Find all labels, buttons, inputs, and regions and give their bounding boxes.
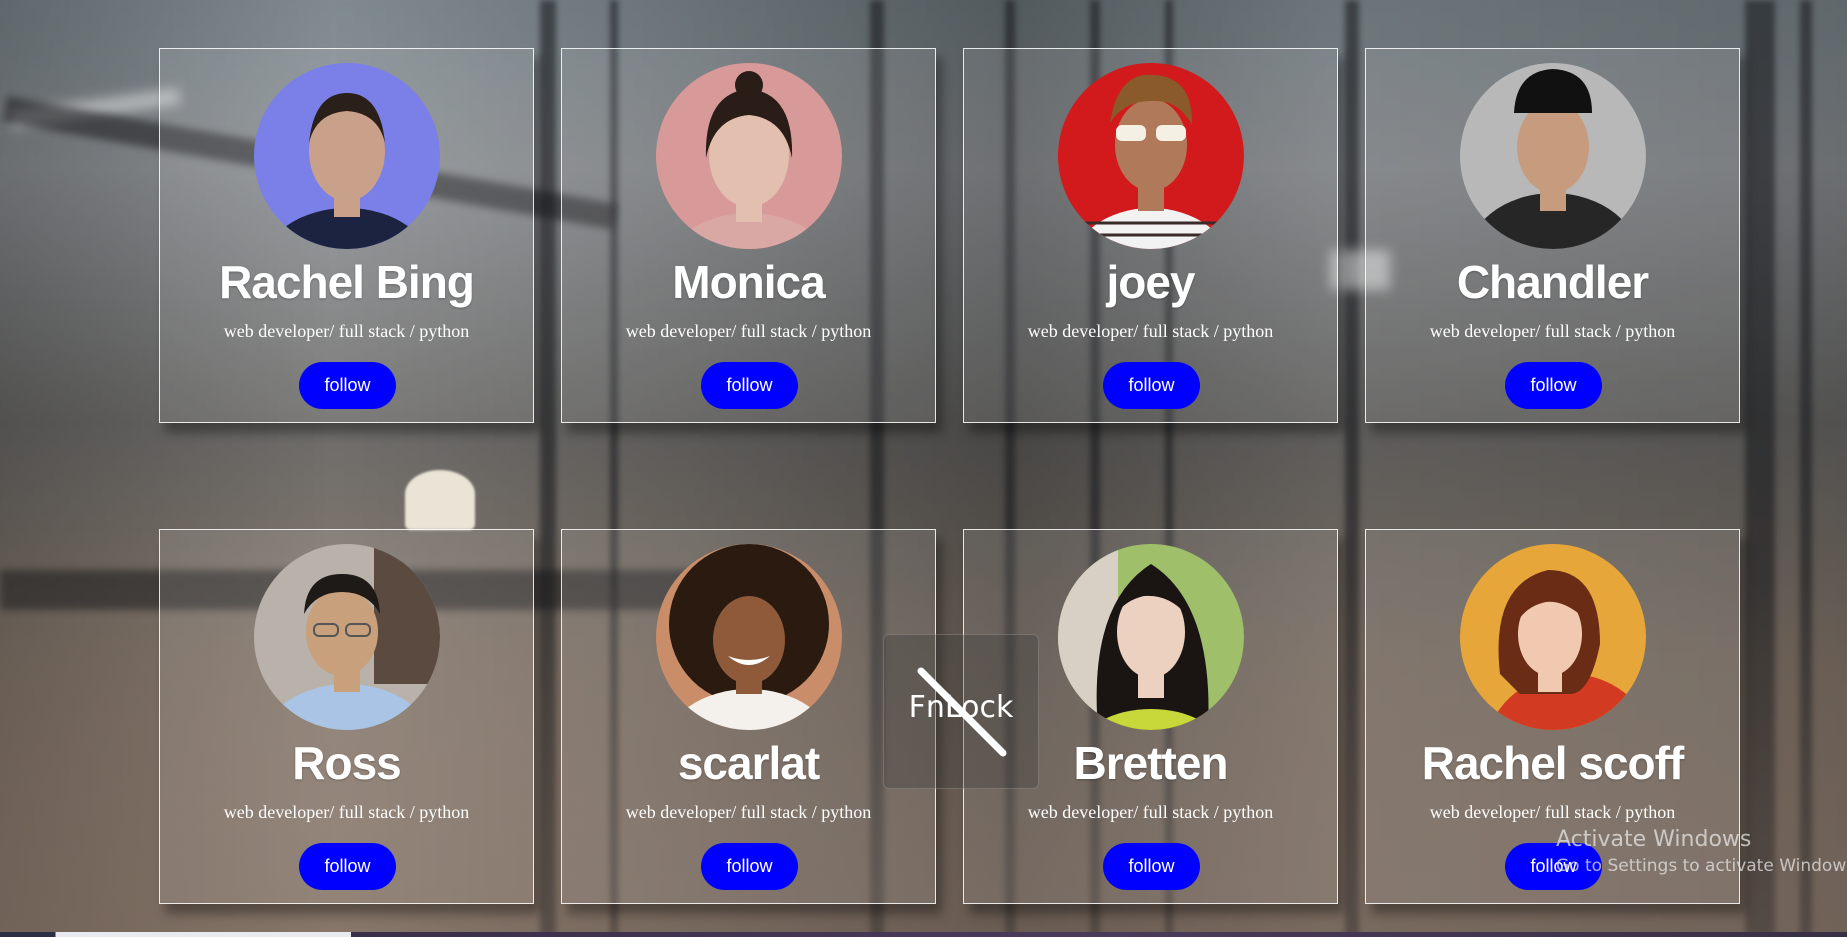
profile-role: web developer/ full stack / python xyxy=(1429,802,1676,822)
profile-card: joey web developer/ full stack / python … xyxy=(963,48,1338,423)
avatar-image xyxy=(254,63,440,249)
profile-card: Rachel Bing web developer/ full stack / … xyxy=(159,48,534,423)
profile-name: scarlat xyxy=(677,737,820,789)
avatar xyxy=(1460,544,1646,730)
profile-name: Chandler xyxy=(1456,256,1649,308)
profile-role: web developer/ full stack / python xyxy=(625,321,872,341)
watermark-subtitle: Go to Settings to activate Windows. xyxy=(1556,856,1847,877)
avatar-image xyxy=(656,63,842,249)
profile-name: Monica xyxy=(672,256,825,308)
profile-role: web developer/ full stack / python xyxy=(1429,321,1676,341)
profile-name: Rachel Bing xyxy=(219,256,475,308)
follow-button[interactable]: follow xyxy=(701,362,798,409)
avatar-image xyxy=(1058,544,1244,730)
profile-name: Ross xyxy=(292,737,401,789)
profile-role: web developer/ full stack / python xyxy=(223,802,470,822)
profile-role: web developer/ full stack / python xyxy=(1027,802,1274,822)
avatar xyxy=(254,63,440,249)
activate-windows-watermark: Activate Windows Go to Settings to activ… xyxy=(1556,827,1847,879)
fnlock-osd: FnLock xyxy=(883,634,1039,789)
avatar xyxy=(1058,544,1244,730)
slash-icon xyxy=(917,667,1007,757)
follow-button[interactable]: follow xyxy=(299,843,396,890)
profile-name: joey xyxy=(1106,256,1195,308)
avatar-image xyxy=(1460,63,1646,249)
profile-role: web developer/ full stack / python xyxy=(223,321,470,341)
avatar xyxy=(656,544,842,730)
profile-role: web developer/ full stack / python xyxy=(625,802,872,822)
follow-button[interactable]: follow xyxy=(299,362,396,409)
avatar-image xyxy=(1460,544,1646,730)
avatar xyxy=(1058,63,1244,249)
profile-card-grid: Rachel Bing web developer/ full stack / … xyxy=(0,0,1847,937)
follow-button[interactable]: follow xyxy=(1505,362,1602,409)
profile-role: web developer/ full stack / python xyxy=(1027,321,1274,341)
avatar-image xyxy=(254,544,440,730)
follow-button[interactable]: follow xyxy=(1103,843,1200,890)
profile-card: Ross web developer/ full stack / python … xyxy=(159,529,534,904)
follow-button[interactable]: follow xyxy=(1103,362,1200,409)
follow-button[interactable]: follow xyxy=(701,843,798,890)
avatar xyxy=(1460,63,1646,249)
watermark-title: Activate Windows xyxy=(1556,827,1752,852)
profile-card: scarlat web developer/ full stack / pyth… xyxy=(561,529,936,904)
avatar xyxy=(656,63,842,249)
taskbar-edge xyxy=(0,932,1847,937)
profile-card: Monica web developer/ full stack / pytho… xyxy=(561,48,936,423)
profile-name: Rachel scoff xyxy=(1421,737,1685,789)
profile-card: Chandler web developer/ full stack / pyt… xyxy=(1365,48,1740,423)
avatar-image xyxy=(1058,63,1244,249)
avatar xyxy=(254,544,440,730)
avatar-image xyxy=(656,544,842,730)
